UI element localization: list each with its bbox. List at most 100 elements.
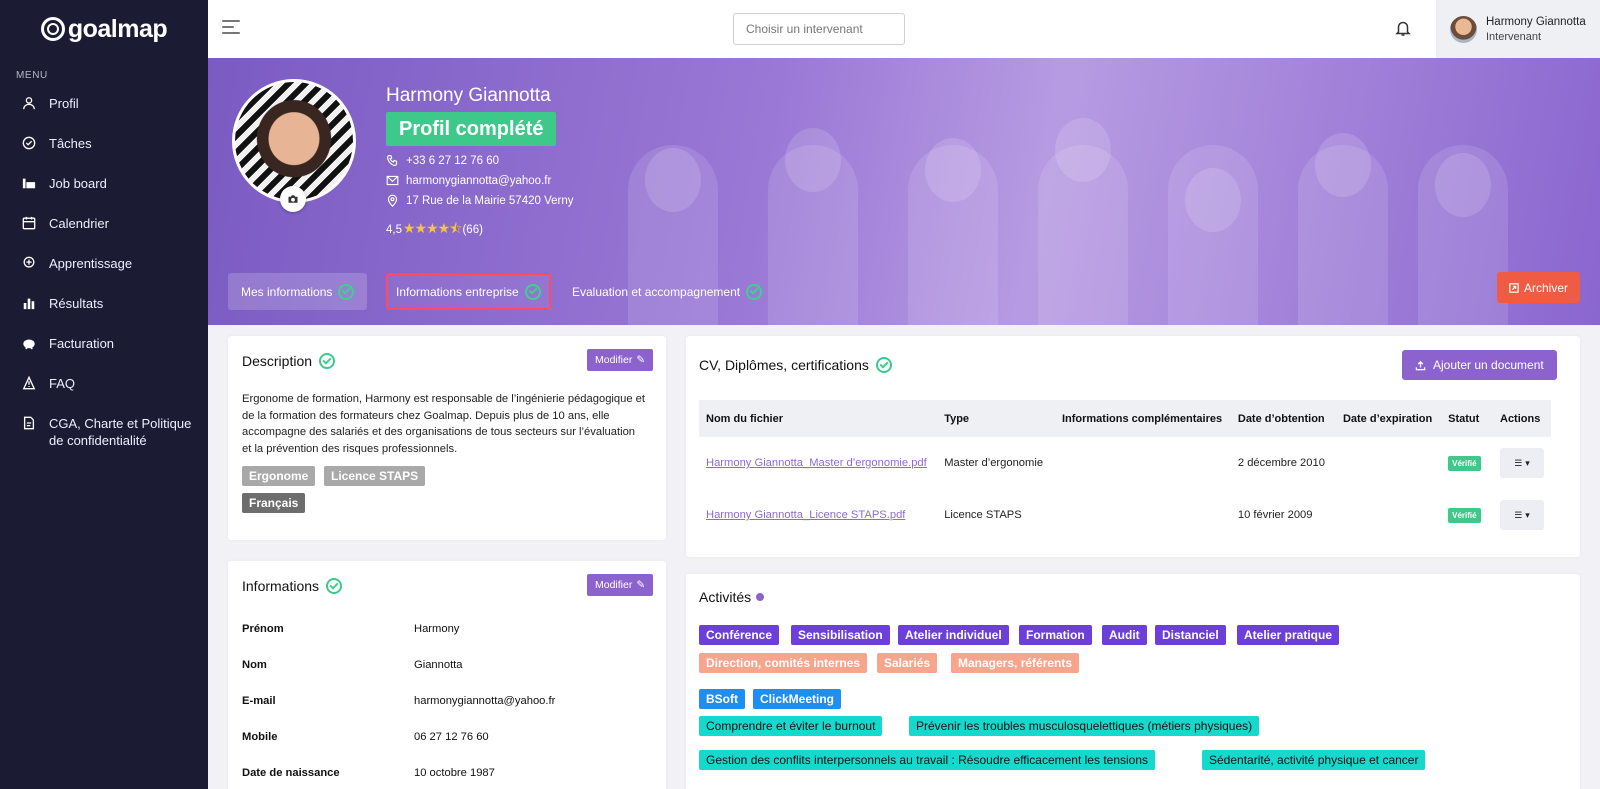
tab-mes-informations[interactable]: Mes informations [228,273,368,310]
info-row-prenom: Prénom Harmony [242,623,642,635]
tab-informations-entreprise[interactable]: Informations entreprise [386,273,551,310]
banner-photo-figure [1055,118,1111,182]
sidebar-item-label: Job board [49,176,107,191]
sliders-icon: ☰ [1514,509,1523,520]
theme-tag: Sédentarité, activité physique et cancer [1202,750,1426,770]
info-label: Mobile [242,731,278,743]
sidebar: goalmap MENU Profil Tâches Job board Cal… [0,0,208,789]
tab-label: Evaluation et accompagnement [572,284,741,299]
document-link[interactable]: Harmony Giannotta_Master d’ergonomie.pdf [706,457,927,469]
theme-tag: Gestion des conflits interpersonnels au … [699,750,1156,770]
tool-tag: BSoft [699,689,745,709]
profile-photo [232,79,356,203]
sidebar-item-resultats[interactable]: Résultats [0,295,208,312]
sidebar-item-calendrier[interactable]: Calendrier [0,215,208,232]
table-row: Harmony Giannotta_Master d’ergonomie.pdf… [699,437,1551,489]
bell-icon[interactable] [1394,19,1412,37]
profile-rating: 4,5 ★★★★⯪ (66) [386,218,483,242]
audience-tag: Direction, comités internes [699,653,868,673]
add-document-label: Ajouter un document [1433,358,1544,372]
intervenant-search-input[interactable] [733,13,905,45]
description-card: Description Modifier ✎ Ergonome de forma… [228,336,666,540]
avatar [1450,15,1477,43]
column-header: Type [937,400,1055,437]
address-text: 17 Rue de la Mairie 57420 Verny [406,194,574,207]
sidebar-item-label: CGA, Charte et Politique de confidential… [49,416,192,448]
hamburger-menu-icon[interactable] [222,20,240,36]
sidebar-item-faq[interactable]: FAQ [0,375,208,392]
caret-down-icon: ▾ [1525,457,1530,468]
tab-label: Informations entreprise [396,284,519,299]
document-type: Licence STAPS [944,509,1022,521]
sidebar-item-label: Tâches [49,136,92,151]
check-circle-icon [746,283,763,300]
row-actions-button[interactable]: ☰ ▾ [1500,448,1544,478]
bar-chart-icon [22,296,36,310]
rating-stars-icon: ★★★★⯪ [403,220,462,236]
documents-title: CV, Diplômes, certifications [699,357,892,373]
row-actions-button[interactable]: ☰ ▾ [1500,500,1544,530]
sidebar-item-profil[interactable]: Profil [0,95,208,112]
email-text: harmonygiannotta@yahoo.fr [406,174,552,187]
description-edit-button[interactable]: Modifier ✎ [587,349,654,371]
skill-tag: Licence STAPS [324,466,426,486]
sidebar-item-apprentissage[interactable]: Apprentissage [0,255,208,272]
user-menu[interactable]: Harmony Giannotta Intervenant [1436,0,1600,58]
camera-icon[interactable] [280,186,306,212]
rating-count: (66) [462,224,483,236]
banner-photo-figure [925,138,981,202]
help-icon[interactable] [756,593,765,601]
profile-address: 17 Rue de la Mairie 57420 Verny [386,194,574,207]
document-expiry-date [1336,489,1441,541]
tool-tag: ClickMeeting [753,689,842,709]
info-row-nom: Nom Giannotta [242,659,642,671]
learning-icon [22,256,36,270]
check-circle-icon [875,357,892,373]
pencil-icon: ✎ [636,354,646,366]
sidebar-item-taches[interactable]: Tâches [0,135,208,152]
documents-table: Nom du fichier Type Informations complém… [699,400,1551,541]
sliders-icon: ☰ [1514,457,1523,468]
informations-title: Informations [242,578,343,594]
sidebar-item-label: Calendrier [49,216,109,231]
phone-icon [387,155,398,166]
document-link[interactable]: Harmony Giannotta_Licence STAPS.pdf [706,509,905,521]
mail-icon [386,175,399,186]
add-document-button[interactable]: Ajouter un document [1402,350,1557,380]
goalmap-logo[interactable]: goalmap [0,0,208,58]
info-label: E-mail [242,695,276,707]
banner-photo-figure [645,148,701,212]
rating-value: 4,5 [386,224,402,236]
status-badge: Vérifié [1448,456,1481,471]
sidebar-item-facturation[interactable]: Facturation [0,335,208,352]
audience-tag: Managers, référents [951,653,1080,673]
check-circle-icon [22,136,36,150]
info-row-email: E-mail harmonygiannotta@yahoo.fr [242,695,642,707]
edit-label: Modifier [595,579,633,591]
info-value: Giannotta [414,659,463,671]
info-label: Prénom [242,623,284,635]
document-icon [22,416,36,430]
faq-icon [22,376,36,390]
activity-format-tag: Conférence [699,625,780,645]
info-value: 10 octobre 1987 [414,767,495,779]
logo-mark-icon [40,17,65,41]
informations-edit-button[interactable]: Modifier ✎ [587,574,654,596]
activity-format-tag: Atelier individuel [898,625,1009,645]
caret-down-icon: ▾ [1525,509,1530,520]
edit-label: Modifier [595,354,633,366]
language-tag: Français [242,493,306,513]
activities-title: Activités [699,589,765,605]
column-header: Date d’expiration [1335,400,1442,437]
sidebar-item-cga[interactable]: CGA, Charte et Politique de confidential… [0,415,208,449]
column-header: Date d’obtention [1230,400,1336,437]
activity-format-tag: Audit [1102,625,1147,645]
banner-photo-figure [1315,133,1371,197]
tab-evaluation-accompagnement[interactable]: Evaluation et accompagnement [559,273,775,310]
column-header: Informations complémentaires [1054,400,1231,437]
external-link-icon [1509,282,1519,293]
description-title: Description [242,353,336,369]
sidebar-item-job-board[interactable]: Job board [0,175,208,192]
document-info [1055,489,1231,541]
archive-button[interactable]: Archiver [1497,272,1581,303]
